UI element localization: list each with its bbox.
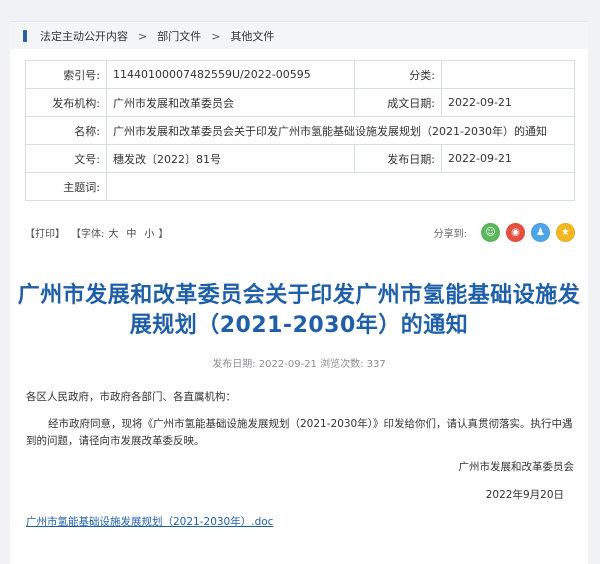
weibo-share-button[interactable]: ◉ xyxy=(506,222,525,242)
content-panel: 索引号: 11440100007482559U/2022-00595 分类: 发… xyxy=(10,49,588,564)
article-body: 各区人民政府，市政府各部门、各直属机构： 经市政府同意，现将《广州市氢能基础设施… xyxy=(26,389,574,450)
attachment-link[interactable]: 广州市氢能基础设施发展规划（2021-2030年）.doc xyxy=(26,514,273,529)
category-value xyxy=(441,60,575,89)
font-large-button[interactable]: 大 xyxy=(108,225,118,240)
font-size-label: 【字体: xyxy=(71,228,105,240)
signature: 广州市发展和改革委员会 xyxy=(458,461,575,473)
weibo-icon: ◉ xyxy=(511,226,520,238)
print-button[interactable]: 【打印】 xyxy=(25,225,65,240)
wechat-icon: ☺ xyxy=(485,226,496,238)
breadcrumb-separator: > xyxy=(138,29,148,43)
body-paragraph: 经市政府同意，现将《广州市氢能基础设施发展规划（2021-2030年）》印发给你… xyxy=(26,418,573,447)
issuer-label: 发布机构: xyxy=(25,88,107,117)
index-label: 索引号: xyxy=(25,60,107,89)
issuer-value: 广州市发展和改革委员会 xyxy=(106,88,355,117)
breadcrumb-separator: > xyxy=(211,29,221,43)
qq-share-button[interactable]: ♟ xyxy=(531,222,550,242)
article-title: 广州市发展和改革委员会关于印发广州市氢能基础设施发 展规划（2021-2030年… xyxy=(10,281,588,341)
created-date-label: 成文日期: xyxy=(354,88,442,117)
breadcrumb: 法定主动公开内容 > 部门文件 > 其他文件 xyxy=(10,21,588,50)
salutation: 各区人民政府，市政府各部门、各直属机构： xyxy=(26,391,236,403)
article-title-line1: 广州市发展和改革委员会关于印发广州市氢能基础设施发 xyxy=(17,283,581,308)
article-toolbar: 【打印】 【字体: 大 中 小 】 分享到: ☺ ◉ ♟ ★ xyxy=(25,221,575,243)
qq-icon: ♟ xyxy=(536,226,545,238)
article-title-line2: 展规划（2021-2030年）的通知 xyxy=(129,313,469,338)
font-medium-button[interactable]: 中 xyxy=(126,225,136,240)
doc-number-value: 穗发改〔2022〕81号 xyxy=(106,144,355,173)
share-label: 分享到: xyxy=(433,228,467,240)
breadcrumb-item-other[interactable]: 其他文件 xyxy=(230,28,274,44)
wechat-share-button[interactable]: ☺ xyxy=(481,222,500,242)
subject-label: 主题词: xyxy=(25,172,107,201)
publish-date-value: 2022-09-21 xyxy=(441,144,575,173)
index-value: 11440100007482559U/2022-00595 xyxy=(106,60,355,89)
created-date-value: 2022-09-21 xyxy=(441,88,575,117)
publish-date-label: 发布日期: xyxy=(354,144,442,173)
name-label: 名称: xyxy=(25,116,107,145)
doc-number-label: 文号: xyxy=(25,144,107,173)
location-pin-icon xyxy=(23,30,27,42)
name-value: 广州市发展和改革委员会关于印发广州市氢能基础设施发展规划（2021-2030年）… xyxy=(106,116,575,145)
document-meta-table: 索引号: 11440100007482559U/2022-00595 分类: 发… xyxy=(25,60,575,201)
signature-date: 2022年9月20日 xyxy=(485,489,564,501)
font-small-button[interactable]: 小 xyxy=(144,225,154,240)
qzone-icon: ★ xyxy=(561,226,570,238)
breadcrumb-item-department[interactable]: 部门文件 xyxy=(157,28,201,44)
breadcrumb-item-public[interactable]: 法定主动公开内容 xyxy=(40,28,128,44)
qzone-share-button[interactable]: ★ xyxy=(556,222,575,242)
subject-value xyxy=(106,172,575,201)
category-label: 分类: xyxy=(354,60,442,89)
font-size-close: 】 xyxy=(158,228,169,240)
publish-info: 发布日期: 2022-09-21 浏览次数: 337 xyxy=(212,359,386,370)
